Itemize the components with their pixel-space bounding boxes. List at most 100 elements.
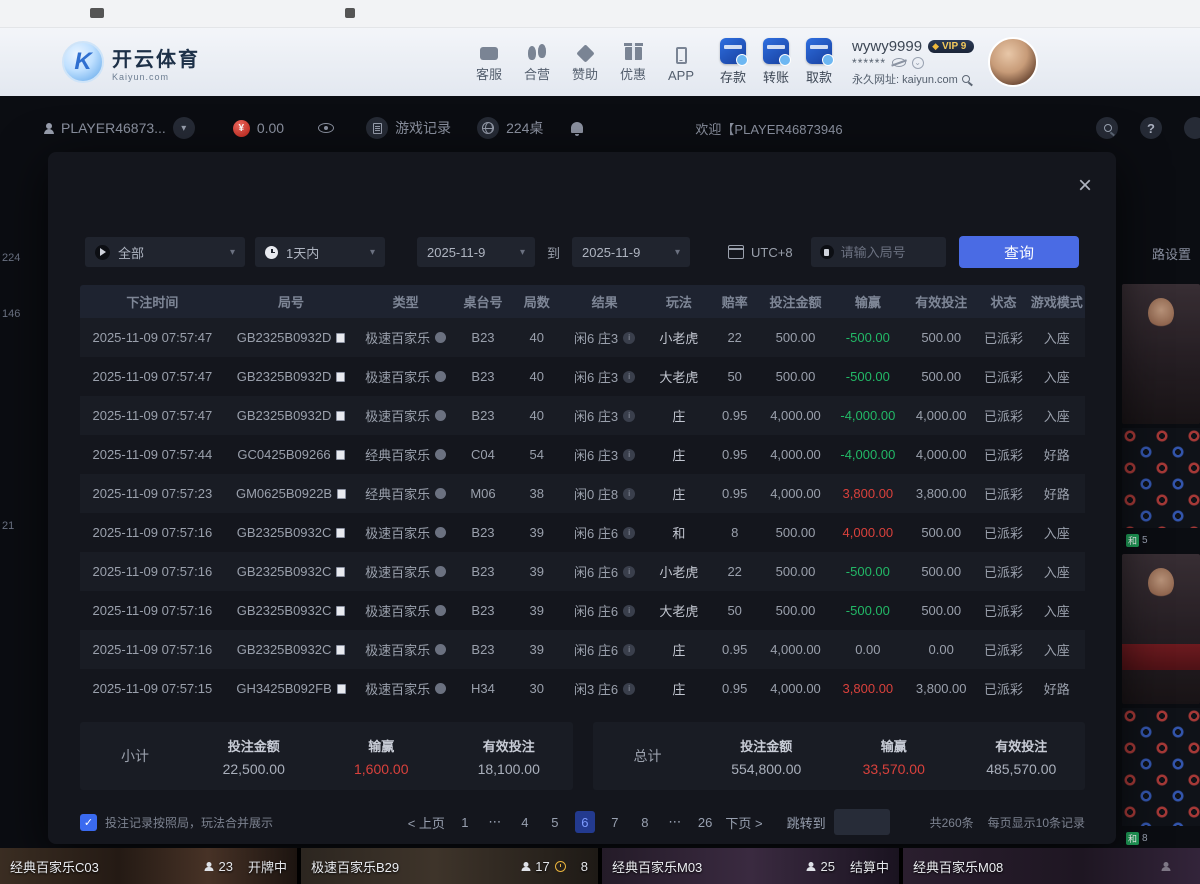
quick-menu-item[interactable]: 优惠 [616,42,650,83]
page-number[interactable]: 4 [515,811,535,833]
brand-logo[interactable]: K 开云体育 Kaiyun.com [62,41,200,83]
page-number[interactable]: 6 [575,811,595,833]
live-table-tile[interactable]: 极速百家乐B29 17 8 [301,848,598,884]
balance-group[interactable]: ¥ 0.00 [233,120,284,137]
date-to-select[interactable]: 2025-11-9 ▾ [572,237,690,267]
avatar[interactable] [988,37,1038,87]
copy-icon[interactable] [336,606,345,616]
info-icon[interactable]: i [623,683,635,695]
type-dot-icon[interactable] [435,683,446,694]
info-icon[interactable]: i [623,605,635,617]
jump-page-input[interactable] [834,809,890,835]
type-dot-icon[interactable] [435,566,446,577]
type-dot-icon[interactable] [435,527,446,538]
pagination: < 上页 1⋯45678⋯26 下页 > 跳转到 [408,809,890,835]
query-button[interactable]: 查询 [959,236,1079,268]
page-number[interactable]: 7 [605,811,625,833]
chevron-down-icon[interactable]: ▾ [173,117,195,139]
quick-menu-item[interactable]: 客服 [472,43,506,83]
help-icon[interactable]: ? [1140,117,1162,139]
cell-table-no: B23 [454,369,512,384]
tables-count[interactable]: 224桌 [477,117,543,139]
page-number[interactable]: 5 [545,811,565,833]
type-dot-icon[interactable] [435,410,446,421]
live-table-tile[interactable]: 经典百家乐M03 25 结算中 [602,848,899,884]
zoom-icon[interactable] [1096,117,1118,139]
info-icon[interactable]: i [623,410,635,422]
copy-icon[interactable] [336,528,345,538]
type-dot-icon[interactable] [435,332,446,343]
page-number[interactable]: 1 [455,811,475,833]
cell-play: 小老虎 [648,562,710,581]
page-ellipsis[interactable]: ⋯ [665,811,685,833]
page-ellipsis[interactable]: ⋯ [485,811,505,833]
globe-icon [477,117,499,139]
quick-menu-item[interactable]: APP [664,46,698,83]
type-dot-icon[interactable] [435,644,446,655]
total-valid: 485,570.00 [958,761,1086,777]
cell-game-id: GB2325B0932D [237,330,332,345]
next-page-button[interactable]: 下页 > [725,813,762,832]
game-type-select[interactable]: 全部 ▾ [85,237,245,267]
round-search [811,237,946,267]
type-dot-icon[interactable] [435,488,446,499]
info-icon[interactable]: i [623,371,635,383]
header-cell: 赔率 [710,292,759,311]
type-dot-icon[interactable] [435,449,446,460]
wallet-menu-item[interactable]: 存款 [720,38,746,86]
info-icon[interactable]: i [623,488,635,500]
page-number[interactable]: 26 [695,811,715,833]
merge-checkbox[interactable]: ✓ [80,814,97,831]
date-range-select[interactable]: 1天内 ▾ [255,237,385,267]
copy-icon[interactable] [336,450,345,460]
type-dot-icon[interactable] [435,605,446,616]
search-icon[interactable] [962,75,970,83]
notifications[interactable] [571,124,583,133]
quick-menu-item[interactable]: 赞助 [568,43,602,83]
eye-off-icon[interactable] [892,58,906,67]
cell-rounds: 39 [512,642,561,657]
copy-icon[interactable] [337,489,346,499]
wallet-menu-item[interactable]: 转账 [763,38,789,86]
eye-icon [318,123,334,133]
cell-amount: 500.00 [759,603,831,618]
info-icon[interactable]: i [623,449,635,461]
live-table-tile[interactable]: 经典百家乐C03 23 开牌中 [0,848,297,884]
page-number[interactable]: 8 [635,811,655,833]
chat-icon [480,47,498,60]
info-icon[interactable]: i [623,644,635,656]
copy-icon[interactable] [336,645,345,655]
type-icon [95,245,110,260]
bg-left-number: 224 [2,252,20,264]
info-icon[interactable]: i [623,527,635,539]
more-icon[interactable] [1184,117,1200,139]
live-table-tile[interactable]: 经典百家乐M08 [903,848,1200,884]
eye-toggle[interactable] [318,123,334,133]
cell-status: 已派彩 [978,523,1028,542]
refresh-icon[interactable]: ⌄ [912,57,924,69]
copy-icon[interactable] [336,567,345,577]
info-icon[interactable]: i [623,566,635,578]
wallet-menu-item[interactable]: 取款 [806,38,832,86]
table-row: 2025-11-09 07:57:47 GB2325B0932D 极速百家乐 B… [80,318,1085,357]
timezone-toggle[interactable]: UTC+8 [720,245,801,260]
cell-win: 4,000.00 [832,525,904,540]
cell-game-id: GB2325B0932C [237,603,332,618]
player-account[interactable]: PLAYER46873... ▾ [44,117,195,139]
game-record-link[interactable]: 游戏记录 [366,117,451,139]
filter-bar: 全部 ▾ 1天内 ▾ 2025-11-9 ▾ 到 2025-11-9 ▾ UTC… [85,236,1079,268]
info-icon[interactable]: i [623,332,635,344]
date-from-select[interactable]: 2025-11-9 ▾ [417,237,535,267]
quick-menu-item[interactable]: 合营 [520,42,554,83]
cell-valid: 0.00 [904,642,978,657]
round-search-input[interactable] [841,245,937,260]
to-label: 到 [545,243,562,262]
close-icon[interactable]: × [1078,174,1092,198]
table-body: 2025-11-09 07:57:47 GB2325B0932D 极速百家乐 B… [80,318,1085,708]
type-dot-icon[interactable] [435,371,446,382]
copy-icon[interactable] [336,333,345,343]
prev-page-button[interactable]: < 上页 [408,813,445,832]
copy-icon[interactable] [336,372,345,382]
copy-icon[interactable] [336,411,345,421]
copy-icon[interactable] [337,684,346,694]
